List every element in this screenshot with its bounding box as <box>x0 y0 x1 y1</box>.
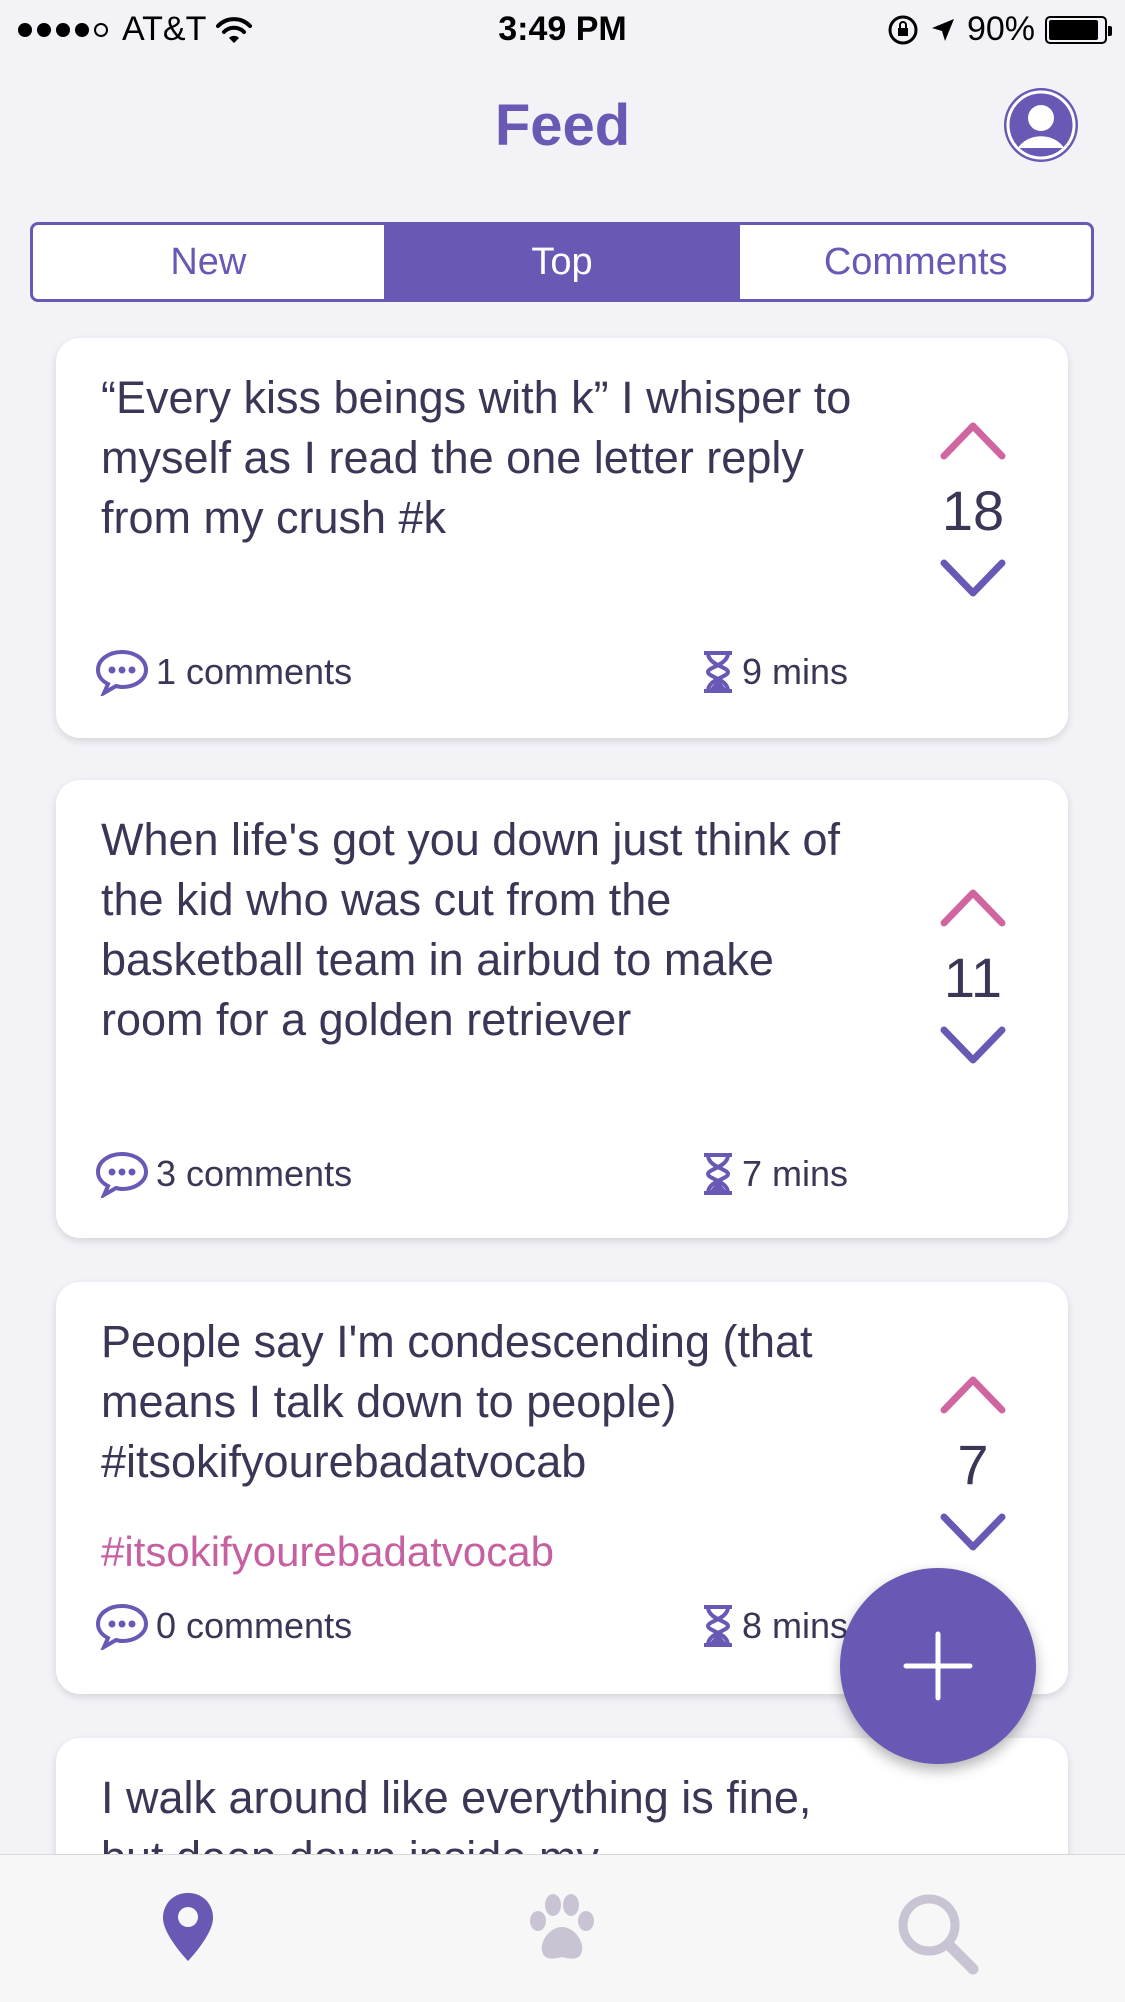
battery-percent: 90% <box>966 10 1035 48</box>
post-card[interactable]: “Every kiss beings with k” I whisper to … <box>56 338 1068 738</box>
tab-location[interactable] <box>160 1891 216 1968</box>
hourglass-icon <box>703 651 732 693</box>
segment-comments[interactable]: Comments <box>740 225 1091 299</box>
post-meta: 0 comments 8 mins <box>94 1602 848 1650</box>
hourglass-icon <box>703 1605 732 1647</box>
vote-widget: 7 <box>918 1372 1028 1555</box>
post-card[interactable]: When life's got you down just think of t… <box>56 780 1068 1238</box>
vote-widget: 11 <box>918 885 1028 1068</box>
comments-link[interactable]: 3 comments <box>94 1150 352 1198</box>
user-avatar-icon <box>1006 90 1076 160</box>
vote-score: 11 <box>943 946 1003 1009</box>
comments-count: 0 comments <box>156 1605 353 1646</box>
speech-bubble-icon <box>95 1603 149 1650</box>
post-text: When life's got you down just think of t… <box>101 814 840 1045</box>
comments-count: 3 comments <box>156 1153 353 1194</box>
battery-icon <box>1045 15 1112 44</box>
upvote-arrow-icon[interactable] <box>938 1372 1008 1416</box>
hourglass-icon <box>703 1153 732 1195</box>
segment-new[interactable]: New <box>33 225 387 299</box>
post-meta: 3 comments 7 mins <box>94 1150 848 1198</box>
page-title: Feed <box>494 93 631 158</box>
speech-bubble-icon <box>95 1151 149 1198</box>
post-text: “Every kiss beings with k” I whisper to … <box>101 372 852 543</box>
comments-link[interactable]: 0 comments <box>94 1602 352 1650</box>
post-age: 9 mins <box>698 649 848 695</box>
feed-segmented-control: New Top Comments <box>30 222 1094 302</box>
post-age: 7 mins <box>698 1151 848 1197</box>
tab-paw[interactable] <box>522 1891 602 1972</box>
post-hashtag-link[interactable]: #itsokifyourebadatvocab <box>101 1528 554 1576</box>
segment-top[interactable]: Top <box>386 225 741 299</box>
post-time: 9 mins <box>741 651 848 692</box>
upvote-arrow-icon[interactable] <box>938 885 1008 929</box>
tab-bar <box>0 1854 1125 2002</box>
paw-icon <box>530 1894 594 1959</box>
search-icon <box>898 1894 979 1975</box>
upvote-arrow-icon[interactable] <box>938 418 1008 462</box>
post-text: People say I'm condescending (that means… <box>101 1316 813 1487</box>
vote-score: 7 <box>957 1433 989 1496</box>
downvote-arrow-icon[interactable] <box>938 557 1008 601</box>
downvote-arrow-icon[interactable] <box>938 1511 1008 1555</box>
orientation-lock-icon <box>888 15 918 44</box>
location-pin-icon <box>163 1893 213 1961</box>
status-bar: AT&T 3:49 PM 90% <box>0 0 1125 62</box>
post-time: 8 mins <box>741 1605 848 1646</box>
post-age: 8 mins <box>698 1603 848 1649</box>
status-right: 90% <box>887 10 1112 49</box>
profile-button[interactable] <box>1004 88 1078 162</box>
tab-search[interactable] <box>895 1891 981 1982</box>
vote-score: 18 <box>941 479 1005 542</box>
post-meta: 1 comments 9 mins <box>94 648 848 696</box>
speech-bubble-icon <box>95 649 149 696</box>
new-post-button[interactable] <box>840 1568 1036 1764</box>
comments-count: 1 comments <box>156 651 353 692</box>
vote-widget: 18 <box>918 418 1028 601</box>
downvote-arrow-icon[interactable] <box>938 1024 1008 1068</box>
plus-icon <box>903 1631 973 1701</box>
post-time: 7 mins <box>741 1153 848 1194</box>
comments-link[interactable]: 1 comments <box>94 648 352 696</box>
location-arrow-icon <box>931 18 954 41</box>
